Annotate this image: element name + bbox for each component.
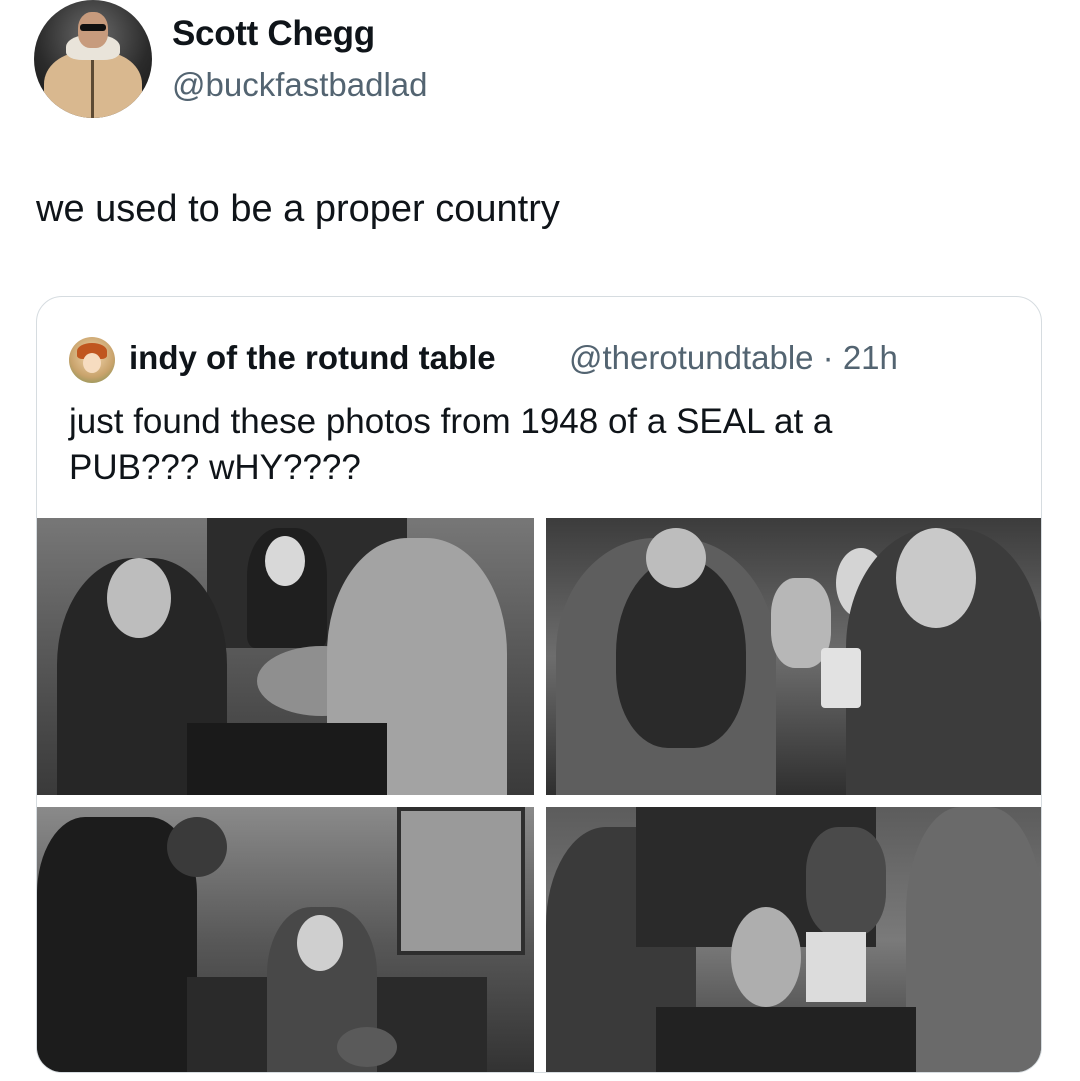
- avatar-face: [83, 353, 101, 373]
- photo-3[interactable]: [37, 807, 534, 1072]
- photo-man-left-face: [107, 558, 171, 638]
- photo-counter: [187, 723, 387, 795]
- author-avatar[interactable]: [34, 0, 152, 118]
- author-display-name[interactable]: Scott Chegg: [172, 14, 375, 54]
- photo-counter: [656, 1007, 916, 1072]
- quoted-author-meta[interactable]: @therotundtable · 21h: [569, 339, 898, 377]
- photo-seated-man-face: [297, 915, 343, 971]
- photo-door-panel: [397, 807, 525, 955]
- avatar-zip: [91, 58, 94, 118]
- avatar-sunglasses: [80, 24, 106, 31]
- photo-woman-face: [265, 536, 305, 586]
- photo-glass: [821, 648, 861, 708]
- quoted-author-display-name[interactable]: indy of the rotund table: [129, 339, 496, 377]
- photo-4[interactable]: [546, 807, 1041, 1072]
- photo-old-man-face: [896, 528, 976, 628]
- author-handle[interactable]: @buckfastbadlad: [172, 66, 428, 104]
- quoted-tweet-text: just found these photos from 1948 of a S…: [69, 402, 833, 487]
- photo-seal: [337, 1027, 397, 1067]
- tweet-text: we used to be a proper country: [36, 188, 560, 230]
- photo-1[interactable]: [37, 518, 534, 795]
- quoted-tweet-card[interactable]: indy of the rotund table @therotundtable…: [36, 296, 1042, 1073]
- quoted-author-avatar[interactable]: [69, 337, 115, 383]
- photo-clock: [167, 817, 227, 877]
- photo-woman-right: [906, 807, 1041, 1072]
- photo-barmaid: [806, 827, 886, 937]
- photo-man-holding-face: [646, 528, 706, 588]
- photo-box: [806, 932, 866, 1002]
- photo-seal: [731, 907, 801, 1007]
- photo-2[interactable]: [546, 518, 1041, 795]
